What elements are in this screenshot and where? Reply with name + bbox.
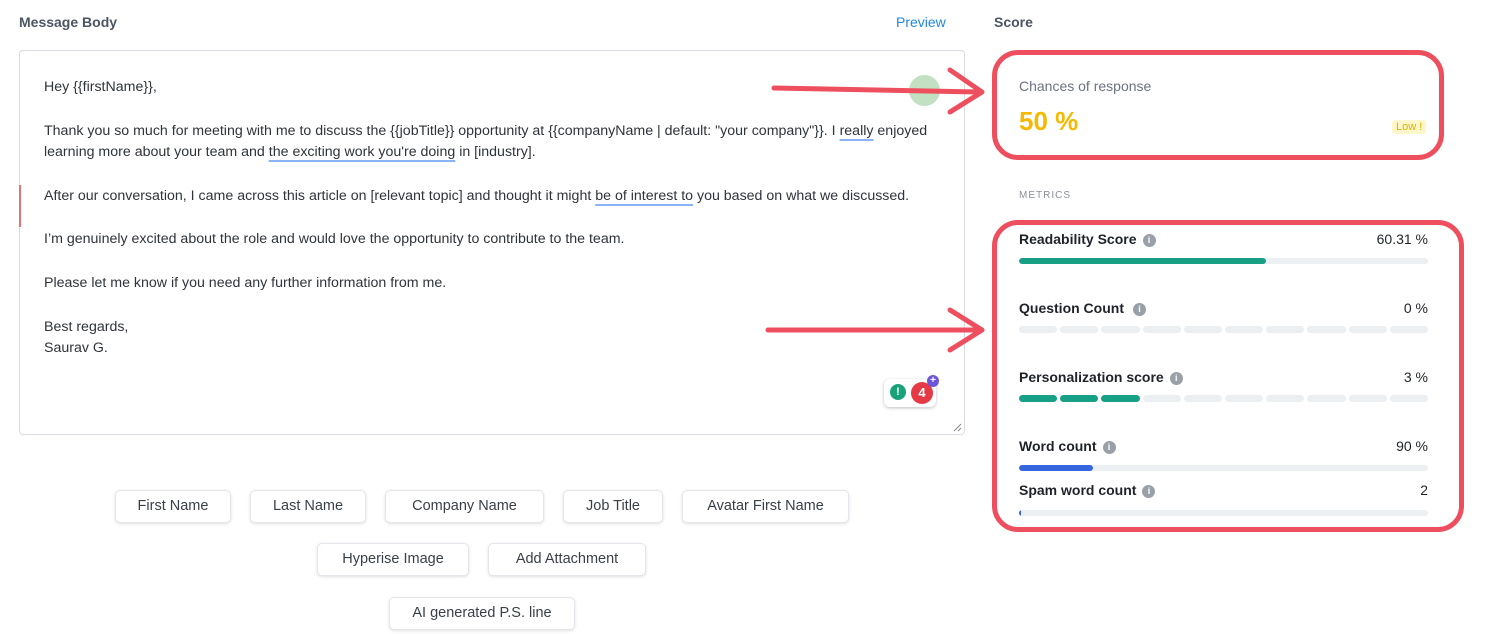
bar-segment xyxy=(1307,326,1346,333)
paragraph-4: Please let me know if you need any furth… xyxy=(44,274,447,291)
suggestion-underline[interactable]: be of interest to xyxy=(595,188,693,204)
message-editor[interactable]: Hey {{firstName}}, Thank you so much for… xyxy=(19,50,965,435)
info-icon[interactable]: i xyxy=(1142,485,1156,498)
bar-segment xyxy=(1266,395,1305,402)
lightbulb-icon: ! xyxy=(890,384,906,400)
error-marker xyxy=(19,185,21,227)
spam-word-bar-fill xyxy=(1019,510,1022,516)
personalization-bar xyxy=(1019,395,1429,402)
grammar-checker-widget[interactable]: ! 4 + xyxy=(884,375,939,407)
word-count-bar-fill xyxy=(1019,465,1093,471)
bar-segment xyxy=(1389,395,1429,402)
paragraph-1: Thank you so much for meeting with me to… xyxy=(44,122,928,161)
info-icon[interactable]: i xyxy=(1102,441,1116,454)
paragraph-3: I’m genuinely excited about the role and… xyxy=(44,231,625,248)
chip-job-title[interactable]: Job Title xyxy=(563,490,663,523)
resize-handle-icon[interactable] xyxy=(952,422,962,432)
bar-segment xyxy=(1101,326,1140,333)
score-level-badge: Low ! xyxy=(1392,120,1427,134)
bar-segment xyxy=(1389,326,1429,333)
chip-avatar-first-name[interactable]: Avatar First Name xyxy=(682,490,849,523)
chip-last-name[interactable]: Last Name xyxy=(250,490,366,523)
bar-segment xyxy=(1142,326,1181,333)
bar-segment xyxy=(1225,395,1264,402)
bar-segment xyxy=(1183,326,1223,333)
info-icon[interactable]: i xyxy=(1133,303,1146,316)
suggestion-underline[interactable]: really xyxy=(840,123,874,139)
bar-segment xyxy=(1348,326,1387,333)
word-count-value: 90 % xyxy=(1396,438,1428,454)
readability-bar-fill xyxy=(1019,258,1266,264)
spam-word-count-value: 2 xyxy=(1420,482,1428,498)
readability-label: Readability Score i xyxy=(1019,231,1156,247)
question-count-value: 0 % xyxy=(1403,300,1428,316)
question-count-bar xyxy=(1019,326,1429,333)
bar-segment xyxy=(1019,395,1058,402)
info-icon[interactable]: i xyxy=(1142,234,1156,247)
metrics-heading: METRICS xyxy=(1019,190,1071,201)
chip-first-name[interactable]: First Name xyxy=(115,490,231,523)
word-count-bar xyxy=(1019,465,1428,471)
bar-segment xyxy=(1348,395,1387,402)
message-body-label: Message Body xyxy=(19,14,118,30)
chip-add-attachment[interactable]: Add Attachment xyxy=(488,543,646,576)
spam-word-bar xyxy=(1019,510,1428,516)
bar-segment xyxy=(1183,395,1223,402)
chances-label: Chances of response xyxy=(1019,78,1152,94)
bar-segment xyxy=(1307,395,1346,402)
readability-value: 60.31 % xyxy=(1376,231,1428,247)
bar-segment xyxy=(1225,326,1264,333)
score-label: Score xyxy=(994,14,1033,30)
bar-segment xyxy=(1060,395,1099,402)
bar-segment xyxy=(1101,395,1140,402)
plus-icon: + xyxy=(927,375,939,387)
question-count-label: Question Count i xyxy=(1019,300,1146,316)
preview-link[interactable]: Preview xyxy=(896,14,946,30)
bar-segment xyxy=(1060,326,1099,333)
readability-bar xyxy=(1019,258,1428,264)
greeting-line: Hey {{firstName}}, xyxy=(44,79,157,95)
personalization-value: 3 % xyxy=(1403,369,1428,385)
message-text[interactable]: Hey {{firstName}}, Thank you so much for… xyxy=(44,77,949,360)
signature-block: Best regards, Saurav G. xyxy=(44,318,129,357)
info-icon[interactable]: i xyxy=(1169,372,1183,385)
paragraph-2: After our conversation, I came across th… xyxy=(44,187,910,204)
personalization-label: Personalization score i xyxy=(1019,369,1183,385)
response-score-card: Chances of response 50 % Low ! xyxy=(997,58,1433,160)
bar-segment xyxy=(1266,326,1305,333)
bar-segment xyxy=(1019,326,1058,333)
chances-value: 50 % xyxy=(1019,106,1079,136)
chip-hyperise-image[interactable]: Hyperise Image xyxy=(317,543,469,576)
chip-company-name[interactable]: Company Name xyxy=(385,490,544,523)
chip-ai-ps-line[interactable]: AI generated P.S. line xyxy=(389,597,575,630)
spam-word-count-label: Spam word count i xyxy=(1019,482,1156,498)
suggestion-underline[interactable]: the exciting work you're doing xyxy=(269,144,455,160)
word-count-label: Word count i xyxy=(1019,438,1116,454)
bar-segment xyxy=(1142,395,1181,402)
